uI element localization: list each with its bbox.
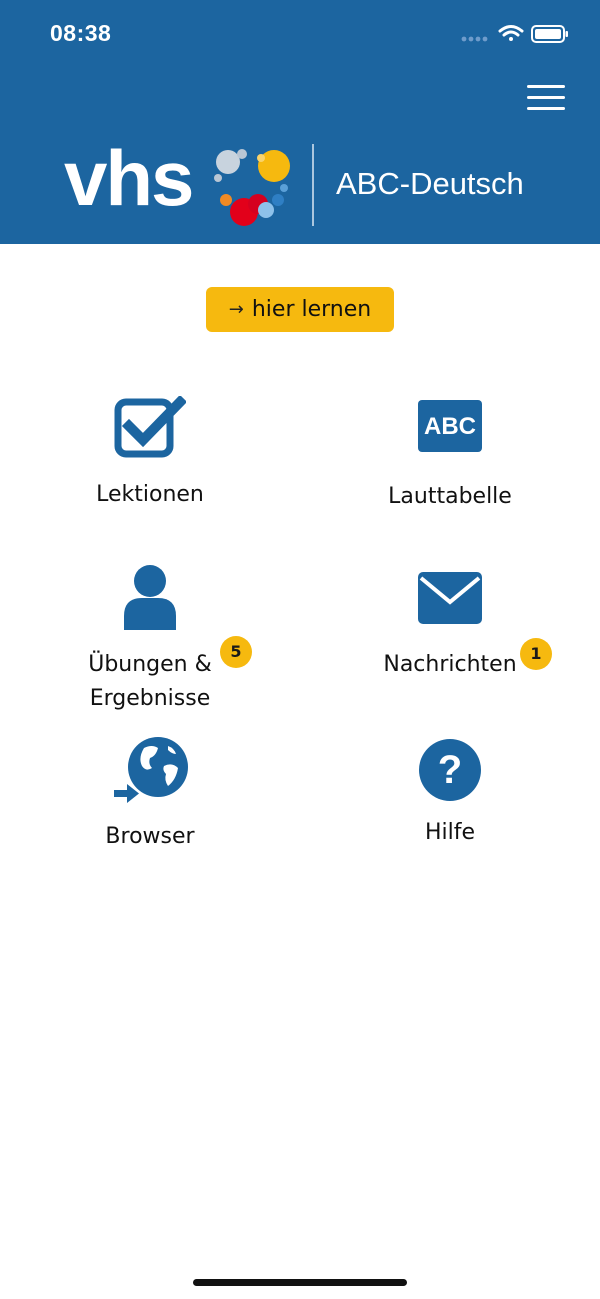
- abc-icon: ABC: [418, 400, 482, 452]
- help-icon: ?: [419, 739, 481, 801]
- wifi-icon: [498, 25, 524, 41]
- app-header: 08:38 vhs ABC-Deutsch: [0, 0, 600, 244]
- logo-dots-icon: [214, 149, 290, 226]
- vhs-logo: vhs ABC-Deutsch: [64, 138, 544, 234]
- tile-lauttabelle[interactable]: ABC Lauttabelle: [330, 400, 570, 514]
- app-subtitle: ABC-Deutsch: [336, 166, 524, 201]
- logo-divider: [312, 144, 314, 226]
- menu-bar-1: [527, 85, 565, 88]
- tile-uebungen-label-line2: Ergebnisse: [89, 686, 211, 711]
- tile-hilfe[interactable]: ? Hilfe: [330, 738, 570, 850]
- menu-bar-2: [527, 96, 565, 99]
- tile-browser-label: Browser: [105, 824, 195, 849]
- checkbox-icon: [114, 396, 186, 458]
- tile-browser[interactable]: Browser: [30, 736, 270, 854]
- battery-icon: [531, 25, 568, 43]
- tile-lektionen-label: Lektionen: [96, 482, 204, 507]
- nachrichten-badge: 1: [520, 638, 552, 670]
- tile-hilfe-label: Hilfe: [424, 820, 476, 845]
- status-icons: [461, 25, 568, 43]
- home-indicator[interactable]: [193, 1279, 407, 1286]
- globe-icon: [114, 737, 188, 803]
- user-icon: [124, 565, 176, 630]
- hier-lernen-button[interactable]: → hier lernen: [206, 287, 394, 332]
- tile-lauttabelle-label: Lauttabelle: [388, 484, 512, 509]
- envelope-icon: [418, 572, 482, 624]
- tile-lektionen[interactable]: Lektionen: [30, 396, 270, 512]
- uebungen-badge: 5: [220, 636, 252, 668]
- menu-bar-3: [527, 107, 565, 110]
- abc-icon-text: ABC: [424, 413, 476, 440]
- status-time: 08:38: [50, 20, 112, 46]
- menu-button[interactable]: [527, 83, 567, 111]
- hier-lernen-label: hier lernen: [251, 297, 372, 322]
- logo-text: vhs: [64, 134, 194, 222]
- svg-text:?: ?: [438, 748, 462, 792]
- tile-uebungen[interactable]: Übungen & Ergebnisse 5: [30, 564, 270, 716]
- tile-nachrichten[interactable]: Nachrichten 1: [330, 572, 570, 682]
- signal-icon: [461, 36, 488, 42]
- arrow-right-icon: →: [228, 299, 244, 320]
